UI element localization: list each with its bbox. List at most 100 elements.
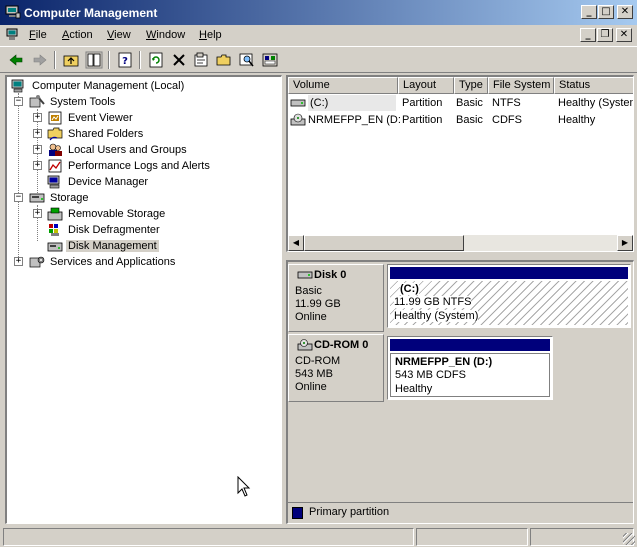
expand-toggle[interactable]: + <box>14 257 23 266</box>
tree-connector <box>18 93 19 263</box>
menu-window[interactable]: Window <box>146 29 185 41</box>
disk-0-kind: Basic <box>295 285 322 297</box>
collapse-toggle[interactable]: − <box>14 193 23 202</box>
performance-logs-icon <box>48 159 62 173</box>
collapse-toggle[interactable]: − <box>14 97 23 106</box>
toolbar-separator <box>54 51 56 69</box>
delete-icon[interactable] <box>170 51 188 69</box>
tree-item-disk-defragmenter[interactable]: Disk Defragmenter <box>47 222 162 238</box>
cell-file-system: NTFS <box>492 97 521 109</box>
help-icon[interactable]: ? <box>116 51 134 69</box>
tree-item-device-manager[interactable]: Device Manager <box>47 174 150 190</box>
properties-icon[interactable] <box>192 51 210 69</box>
partition-c-detail: 11.99 GB NTFS <box>394 296 472 308</box>
partition-c[interactable]: (C:) 11.99 GB NTFS Healthy (System) <box>390 281 628 325</box>
expand-toggle[interactable]: + <box>33 161 42 170</box>
menu-action[interactable]: Action <box>62 29 93 41</box>
back-arrow-icon[interactable] <box>7 51 25 69</box>
partition-d-name: NRMEFPP_EN (D:) <box>395 356 493 368</box>
mdi-restore-button[interactable]: ❐ <box>597 28 613 42</box>
computer-icon <box>11 79 24 93</box>
title-bar[interactable]: Computer Management _ □ ✕ <box>0 0 637 25</box>
disk-icon <box>297 271 313 279</box>
tree-item-performance-logs[interactable]: Performance Logs and Alerts <box>47 158 212 174</box>
cell-status: Healthy <box>558 114 596 126</box>
tree-item-shared-folders[interactable]: Shared Folders <box>47 126 145 142</box>
partition-c-name: (C:) <box>400 283 419 295</box>
partition-d-status: Healthy <box>395 383 433 395</box>
tree-item-services-applications[interactable]: Services and Applications <box>29 254 177 270</box>
expand-toggle[interactable]: + <box>33 145 42 154</box>
disk-management-icon <box>47 242 63 252</box>
tree-item-disk-management[interactable]: Disk Management <box>47 238 159 254</box>
cdrom-0-size: 543 MB <box>295 368 333 380</box>
minimize-button[interactable]: _ <box>581 5 597 19</box>
mdi-close-button[interactable]: ✕ <box>616 28 632 42</box>
legend-label-primary: Primary partition <box>309 506 390 518</box>
resize-grip[interactable] <box>623 533 635 545</box>
column-header-volume[interactable]: Volume <box>288 77 398 94</box>
toolbar-separator <box>108 51 110 69</box>
expand-toggle[interactable]: + <box>33 209 42 218</box>
tree-item-event-viewer[interactable]: Event Viewer <box>47 110 135 126</box>
toolbar: ? <box>0 46 637 73</box>
status-section <box>3 528 414 546</box>
disk-0-label[interactable]: Disk 0 Basic 11.99 GB Online <box>288 264 384 332</box>
disk-0-state: Online <box>295 311 327 323</box>
mdi-minimize-button[interactable]: _ <box>580 28 596 42</box>
computer-management-icon <box>5 5 21 19</box>
tree-item-removable-storage[interactable]: Removable Storage <box>47 206 167 222</box>
refresh-icon[interactable] <box>147 51 165 69</box>
close-button[interactable]: ✕ <box>617 5 633 19</box>
column-header-layout[interactable]: Layout <box>398 77 454 94</box>
status-bar <box>0 526 637 547</box>
device-manager-icon <box>47 175 60 189</box>
show-hide-tree-icon[interactable] <box>85 51 103 69</box>
partition-header <box>390 339 550 351</box>
cdrom-0-partition-area[interactable]: NRMEFPP_EN (D:) 543 MB CDFS Healthy <box>387 336 553 400</box>
tree-item-local-users[interactable]: Local Users and Groups <box>47 142 189 158</box>
cdrom-drive-icon <box>290 113 306 126</box>
horizontal-scrollbar[interactable]: ◀ ▶ <box>288 235 633 251</box>
tree-item-storage[interactable]: Storage <box>29 190 91 206</box>
menu-help[interactable]: Help <box>199 29 222 41</box>
disk-0-partition-area[interactable]: (C:) 11.99 GB NTFS Healthy (System) <box>387 264 631 328</box>
system-tools-icon <box>29 95 45 108</box>
settings-icon[interactable] <box>261 51 279 69</box>
cell-status: Healthy (System) <box>558 97 634 109</box>
partition-d[interactable]: NRMEFPP_EN (D:) 543 MB CDFS Healthy <box>390 353 550 397</box>
svg-text:?: ? <box>122 56 128 67</box>
column-header-file-system[interactable]: File System <box>488 77 554 94</box>
maximize-button[interactable]: □ <box>598 5 614 19</box>
scroll-left-button[interactable]: ◀ <box>288 235 304 251</box>
cell-type: Basic <box>456 97 483 109</box>
status-section <box>416 528 528 546</box>
up-folder-icon[interactable] <box>62 51 80 69</box>
open-folder-icon[interactable] <box>215 51 233 69</box>
column-header-status[interactable]: Status <box>554 77 633 94</box>
expand-toggle[interactable]: + <box>33 129 42 138</box>
column-header-type[interactable]: Type <box>454 77 488 94</box>
cdrom-0-label[interactable]: CD-ROM 0 CD-ROM 543 MB Online <box>288 334 384 402</box>
menu-file[interactable]: File <box>29 29 47 41</box>
console-tree[interactable]: Computer Management (Local) − System Too… <box>5 75 282 524</box>
scroll-right-button[interactable]: ▶ <box>617 235 633 251</box>
tree-item-system-tools[interactable]: System Tools <box>29 94 117 110</box>
event-viewer-icon <box>48 111 62 125</box>
disk-0-size: 11.99 GB <box>295 298 341 310</box>
cell-type: Basic <box>456 114 483 126</box>
expand-toggle[interactable]: + <box>33 113 42 122</box>
disk-graphical-view[interactable]: Disk 0 Basic 11.99 GB Online (C:) 11.99 … <box>286 260 634 524</box>
forward-arrow-icon[interactable] <box>31 51 49 69</box>
tree-item-root[interactable]: Computer Management (Local) <box>11 78 186 94</box>
selected-tree-label: Disk Management <box>66 240 159 252</box>
disk-0-title: Disk 0 <box>297 269 346 281</box>
cell-volume: NRMEFPP_EN (D:) <box>308 114 400 126</box>
mmc-console-icon[interactable] <box>6 28 20 41</box>
find-icon[interactable] <box>238 51 256 69</box>
menu-view[interactable]: View <box>107 29 131 41</box>
scroll-thumb[interactable] <box>304 235 464 251</box>
status-section <box>530 528 634 546</box>
volume-list[interactable]: Volume Layout Type File System Status (C… <box>286 75 634 252</box>
computer-management-window: Computer Management _ □ ✕ File Action Vi… <box>0 0 637 547</box>
